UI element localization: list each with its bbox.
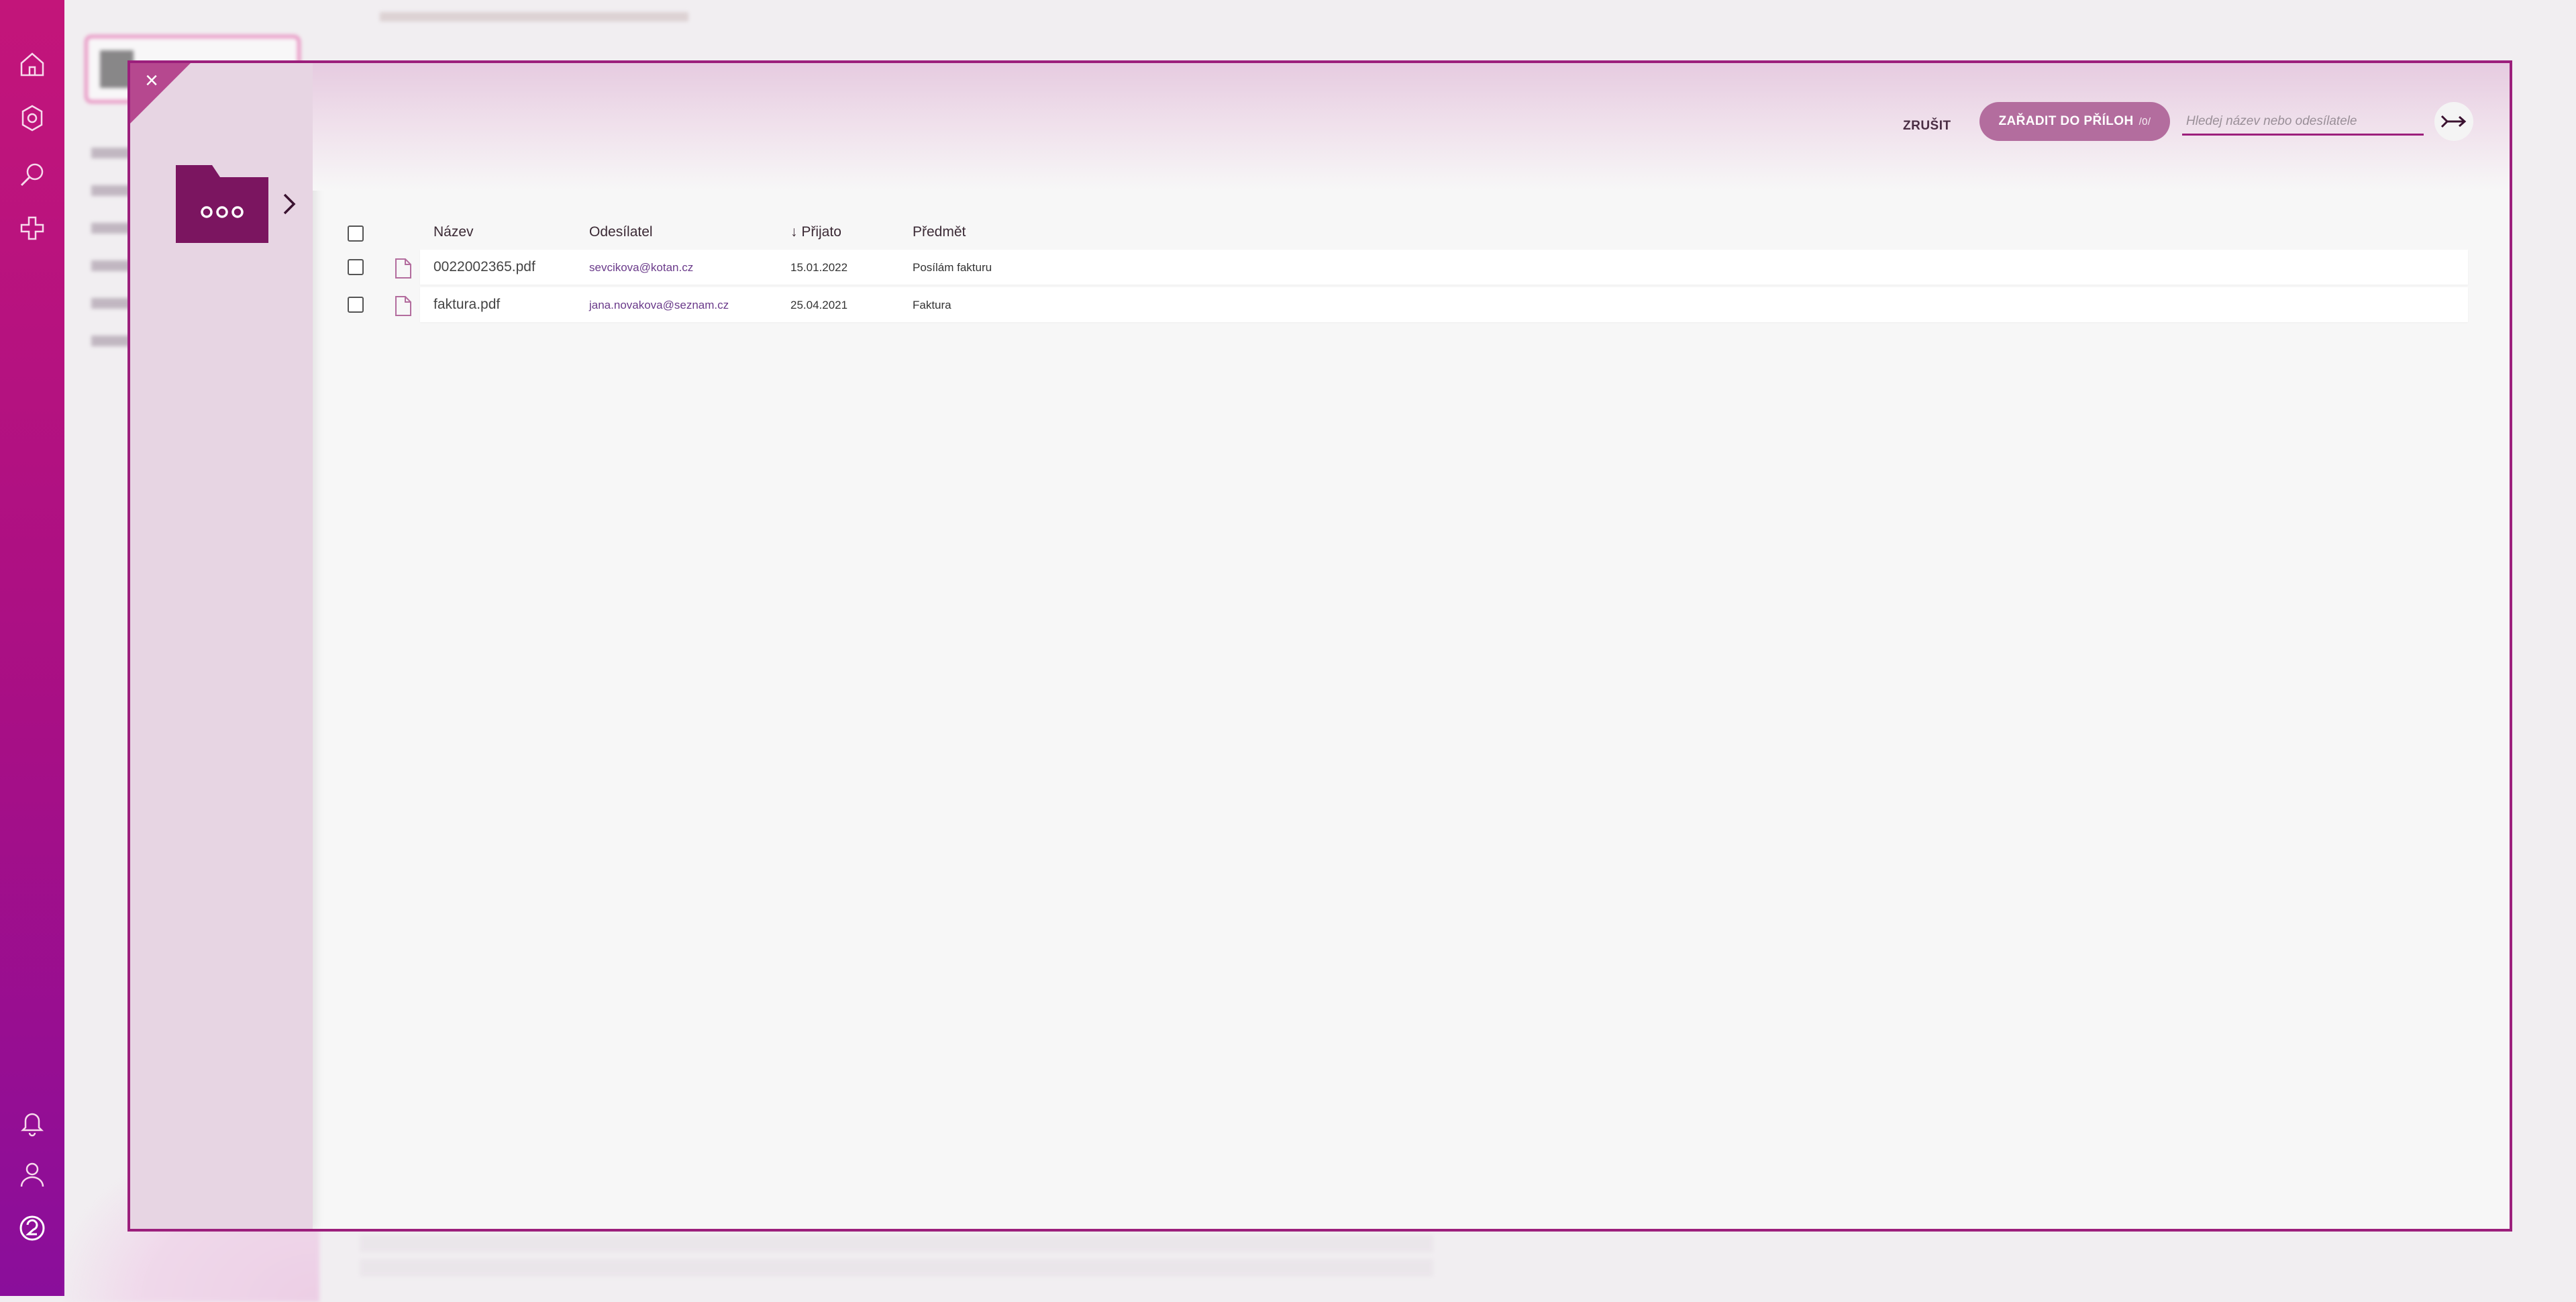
table-row[interactable]: 0022002365.pdf sevcikova@kotan.cz 15.01.… [348,250,2468,285]
cancel-button[interactable]: ZRUŠIT [1903,113,1951,140]
row-checkbox[interactable] [348,297,364,313]
assign-to-attachments-button[interactable]: ZAŘADIT DO PŘÍLOH /0/ [1979,102,2170,141]
column-name[interactable]: Název [433,224,474,240]
sort-down-icon: ↓ [790,224,798,240]
search-icon[interactable] [16,158,48,191]
search-input[interactable] [2182,109,2424,136]
table-header: Název Odesílatel ↓ Přijato Předmět [348,220,2468,250]
column-subject[interactable]: Předmět [913,224,966,240]
row-background [420,250,2468,285]
dialog-content: ZRUŠIT ZAŘADIT DO PŘÍLOH /0/ Název Odesí… [313,63,2510,1229]
row-checkbox[interactable] [348,259,364,275]
background-breadcrumb [353,9,2567,24]
column-received[interactable]: ↓ Přijato [790,224,841,240]
sender-email: jana.novakova@seznam.cz [589,299,729,311]
received-date: 25.04.2021 [790,299,848,311]
subject: Posílám fakturu [913,261,992,274]
settings-icon[interactable] [16,102,48,134]
home-icon[interactable] [16,48,48,81]
add-icon[interactable] [16,212,48,244]
assign-button-label: ZAŘADIT DO PŘÍLOH [1998,114,2134,128]
folder-more-icon[interactable] [173,162,271,246]
file-name: 0022002365.pdf [433,259,535,274]
bell-icon[interactable] [16,1106,48,1138]
close-button[interactable]: × [138,67,165,94]
arrow-right-icon [2440,115,2467,128]
file-icon [395,295,412,317]
table-row[interactable]: faktura.pdf jana.novakova@seznam.cz 25.0… [348,287,2468,322]
dialog-sidebar: × [130,63,313,1229]
background-items-table [360,1235,1433,1289]
file-icon [395,258,412,279]
subject: Faktura [913,299,951,311]
background-nav [91,148,132,373]
selected-count: /0/ [2139,115,2151,128]
received-date: 15.01.2022 [790,261,848,274]
chevron-right-icon[interactable] [279,192,299,216]
messages-table: Název Odesílatel ↓ Přijato Předmět 00220… [348,220,2468,325]
attachment-picker-dialog: × ZRUŠIT ZAŘADIT DO PŘÍLOH /0/ Hledej ná… [127,60,2512,1232]
select-all-checkbox[interactable] [348,226,364,242]
column-sender[interactable]: Odesílatel [589,224,653,240]
file-name: faktura.pdf [433,297,501,312]
sender-email: sevcikova@kotan.cz [589,261,694,274]
search-go-button[interactable] [2434,102,2473,141]
user-icon[interactable] [16,1158,48,1191]
dialog-header: ZRUŠIT ZAŘADIT DO PŘÍLOH /0/ [313,63,2510,191]
app-icon-rail [0,0,64,1296]
help-icon[interactable] [16,1212,48,1244]
column-received-label: Přijato [801,224,841,240]
